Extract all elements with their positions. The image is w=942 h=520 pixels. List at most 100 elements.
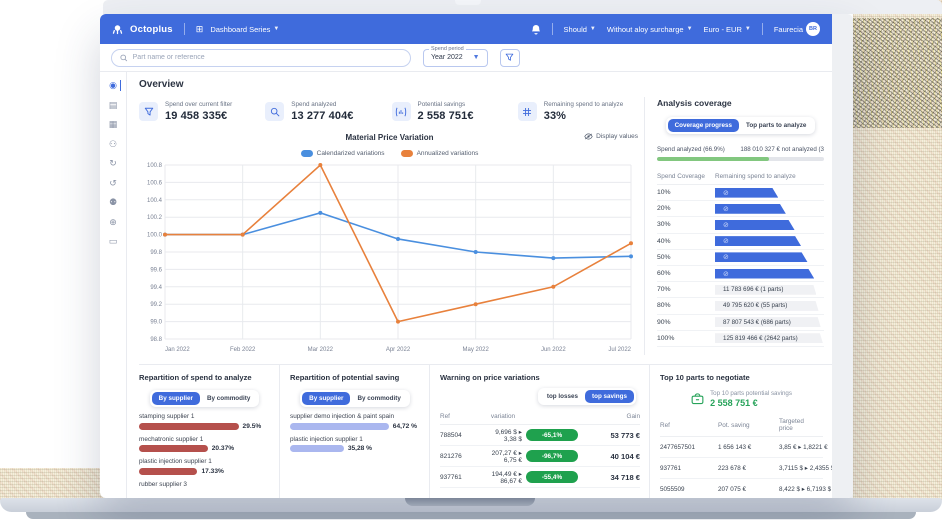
kpi-text: Spend over current filter19 458 335€ (165, 101, 232, 122)
coverage-progress-bar (657, 157, 824, 161)
avatar[interactable]: BR (806, 22, 820, 36)
funnel-icon (505, 53, 514, 62)
legend-label: Calendarized variations (317, 150, 385, 157)
part-targeted-price: 3,85 € ▸ 1,8221 € (779, 444, 828, 451)
sidebar-item-import[interactable]: ↻ (100, 159, 126, 168)
background-texture-dark (853, 18, 942, 128)
bell-icon[interactable] (531, 24, 541, 35)
spend-period-value: Year 2022 (431, 54, 463, 61)
top-part-row[interactable]: 24776575011 656 143 €3,85 € ▸ 1,8221 € (660, 437, 823, 458)
locked-bar: ⊘ (715, 269, 814, 279)
search-input[interactable] (133, 54, 402, 61)
material-price-variation-chart: Material Price Variation Display values … (139, 133, 644, 355)
col-pot-saving: Pot. saving (718, 422, 776, 429)
repartition-label: mechatronic supplier 1 (139, 436, 270, 443)
sidebar-item-suppliers[interactable]: ⚇ (100, 140, 126, 149)
topbar-menu-item-1[interactable]: Should▼ (564, 25, 596, 34)
account-menu[interactable]: Faurecia BR (774, 22, 820, 36)
coverage-row: 90%87 807 543 € (686 parts) (657, 315, 824, 331)
coverage-pct: 40% (657, 238, 715, 245)
svg-text:99.8: 99.8 (150, 250, 162, 256)
warnings-tab-2[interactable]: top savings (585, 390, 634, 403)
analytics-icon: ▦ (109, 119, 118, 129)
logo-text[interactable]: Octoplus (130, 24, 173, 35)
col-ref: Ref (660, 422, 715, 429)
svg-text:Mar 2022: Mar 2022 (308, 347, 334, 353)
top-part-row[interactable]: 937761223 678 €3,7115 $ ▸ 2,4355 $ (660, 458, 823, 479)
sidebar-item-analytics[interactable]: ▦ (100, 120, 126, 129)
eye-off-icon (584, 133, 593, 140)
search-field[interactable] (111, 49, 411, 67)
repartition-bar (139, 468, 197, 475)
locked-icon: ⊘ (723, 221, 729, 229)
spend-repartition-tab-1[interactable]: By supplier (152, 392, 200, 405)
saving-repartition-tab-1[interactable]: By supplier (302, 392, 350, 405)
coverage-tab-1[interactable]: Coverage progress (668, 119, 739, 132)
warning-variation: 9,696 $ ▸ 3,38 $ (484, 428, 522, 443)
top-parts-table: Ref Pot. saving Targeted price 247765750… (660, 418, 823, 498)
locked-icon: ⊘ (723, 205, 729, 213)
kpi-text: Remaining spend to analyze33% (544, 101, 623, 122)
sidebar-item-documents[interactable]: ▤ (100, 101, 126, 110)
legend-dot (401, 150, 413, 157)
chevron-down-icon: ▼ (687, 26, 693, 32)
savings-icon (392, 102, 411, 121)
filter-bar: Spend period Year 2022 ▼ (100, 44, 832, 72)
warning-variation: 207,27 € ▸ 6,75 € (484, 449, 522, 464)
spend-period-select[interactable]: Spend period Year 2022 ▼ (423, 49, 488, 67)
top-part-row[interactable]: 5055509207 075 €8,422 $ ▸ 6,7193 $ (660, 479, 823, 498)
dashboard-series-menu[interactable]: Dashboard Series ▼ (210, 25, 279, 34)
chevron-down-icon: ▼ (473, 54, 480, 61)
laptop-base-edge (26, 512, 916, 519)
coverage-tab-2[interactable]: Top parts to analyze (739, 119, 813, 132)
dashboard-series-label: Dashboard Series (210, 25, 270, 34)
grid-icon (518, 102, 537, 121)
topbar-menu-label: Without aloy surcharge (607, 25, 684, 34)
kpi-text: Spend analyzed13 277 404€ (291, 101, 353, 122)
warnings-tabs: top lossestop savings (538, 388, 636, 405)
kpi-text: Potential savings 2 558 751€ (418, 101, 474, 122)
advanced-filter-button[interactable] (500, 49, 520, 67)
kpi-label: Potential savings (418, 101, 474, 108)
sidebar-item-network[interactable]: ⚉ (100, 198, 126, 207)
coverage-pct: 100% (657, 335, 715, 342)
warning-gain: 34 718 € (582, 473, 640, 482)
svg-text:100.8: 100.8 (147, 163, 163, 169)
sidebar-item-export[interactable]: ↺ (100, 179, 126, 188)
saving-repartition-tab-2[interactable]: By commodity (350, 392, 407, 405)
repartition-label: rubber supplier 3 (139, 481, 270, 488)
variation-badge: -55,4% (526, 471, 578, 483)
sidebar-item-search-parts[interactable]: ⊕ (100, 218, 126, 227)
sidebar-item-overview[interactable]: ◉ (100, 81, 126, 90)
svg-text:99.2: 99.2 (150, 302, 162, 308)
warning-row[interactable]: 7885049,696 $ ▸ 3,38 $-65,1%53 773 € (440, 425, 640, 446)
kpi-value: 2 558 751€ (418, 110, 474, 122)
kpi-magnifier: Spend analyzed13 277 404€ (265, 101, 391, 122)
sidebar-item-messages[interactable]: ▭ (100, 237, 126, 246)
remaining-spend-value: 125 819 466 € (2642 parts) (723, 335, 798, 342)
spend-repartition-tab-2[interactable]: By commodity (200, 392, 257, 405)
remaining-spend-bar: 11 783 696 € (1 parts) (715, 285, 816, 295)
display-values-toggle[interactable]: Display values (584, 133, 638, 140)
top-parts-title: Top 10 parts to negotiate (660, 373, 823, 382)
warning-row[interactable]: 821276207,27 € ▸ 6,75 €-96,7%40 104 € (440, 446, 640, 467)
laptop-top-bezel (103, 0, 942, 14)
svg-text:99.6: 99.6 (150, 267, 162, 273)
repartition-bar (139, 423, 239, 430)
warnings-tab-1[interactable]: top losses (540, 390, 585, 403)
magnifier-icon (265, 102, 284, 121)
repartition-value: 64,72 % (393, 423, 417, 430)
topbar-menu-item-3[interactable]: Euro - EUR▼ (704, 25, 751, 34)
remaining-spend-bar: 49 795 620 € (55 parts) (715, 301, 819, 311)
kpi-value: 33% (544, 110, 623, 122)
warning-row[interactable]: 937761194,49 € ▸ 86,67 €-55,4%34 718 € (440, 467, 640, 488)
topbar-menu-item-2[interactable]: Without aloy surcharge▼ (607, 25, 693, 34)
scroll-gutter[interactable] (832, 14, 853, 498)
divider (762, 23, 763, 35)
spend-analyzed-label: Spend analyzed (66.9%) (657, 146, 725, 153)
spend-period-label: Spend period (429, 46, 466, 52)
price-warnings-title: Warning on price variations (440, 373, 640, 382)
saving-repartition-panel: Repartition of potential saving By suppl… (279, 365, 429, 498)
chevron-down-icon: ▼ (745, 26, 751, 32)
kpi-funnel: Spend over current filter19 458 335€ (139, 101, 265, 122)
